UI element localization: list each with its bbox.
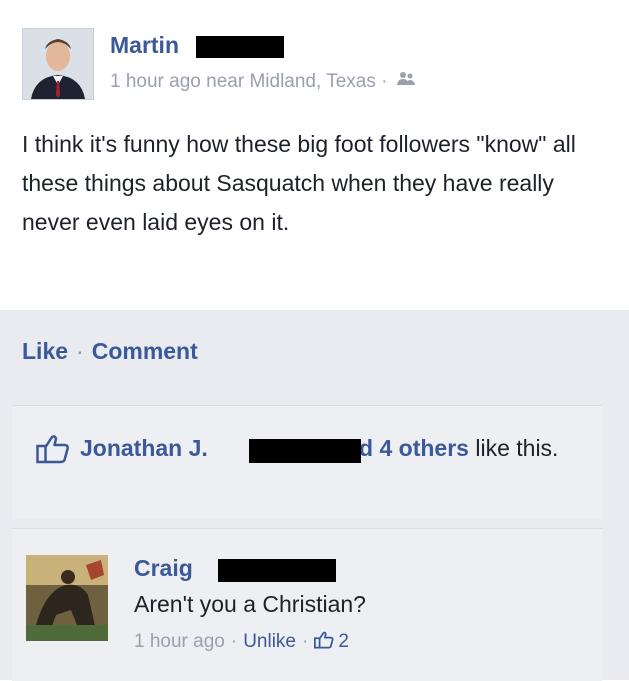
post-text: I think it's funny how these big foot fo… [22, 131, 576, 235]
author-avatar[interactable] [22, 28, 94, 100]
action-separator: · [76, 338, 84, 364]
like-button[interactable]: Like [22, 338, 68, 364]
redaction-bar [249, 439, 361, 463]
post-header: Martin 1 hour ago near Midland, Texas · … [0, 0, 629, 310]
author-name[interactable]: Martin [110, 32, 179, 59]
commenter-avatar[interactable] [26, 555, 108, 641]
comment-button[interactable]: Comment [92, 338, 198, 364]
meta-separator: · [302, 631, 309, 652]
comment-timestamp[interactable]: 1 hour ago [134, 631, 225, 652]
likes-suffix: like this. [475, 435, 559, 461]
post-actions: Like · Comment [22, 338, 198, 365]
comment-like-count[interactable]: 2 [338, 631, 349, 652]
redaction-bar [218, 559, 336, 582]
post-location[interactable]: near Midland, Texas [206, 71, 376, 92]
comment-text: Aren't you a Christian? [134, 591, 366, 617]
unlike-button[interactable]: Unlike [243, 631, 296, 652]
redaction-bar [196, 36, 284, 58]
meta-separator: · [381, 71, 388, 93]
post-meta: 1 hour ago near Midland, Texas · [110, 71, 415, 93]
thumbs-up-icon [314, 631, 334, 655]
likes-summary: Jonathan J. and 4 others like this. [12, 405, 602, 519]
comment: Craig Aren't you a Christian? 1 hour ago… [12, 528, 602, 681]
commenter-name[interactable]: Craig [134, 555, 193, 582]
friends-icon[interactable] [396, 71, 415, 93]
comment-meta: 1 hour ago · Unlike · 2 [134, 631, 349, 655]
facebook-post: Martin 1 hour ago near Midland, Texas · … [0, 0, 629, 681]
liker-name[interactable]: Jonathan J. [80, 435, 208, 461]
post-timestamp[interactable]: 1 hour ago [110, 71, 201, 92]
feedback-section: Like · Comment Jonathan J. and 4 others li… [0, 310, 629, 681]
thumbs-up-icon [36, 434, 70, 469]
meta-separator: · [230, 631, 238, 652]
